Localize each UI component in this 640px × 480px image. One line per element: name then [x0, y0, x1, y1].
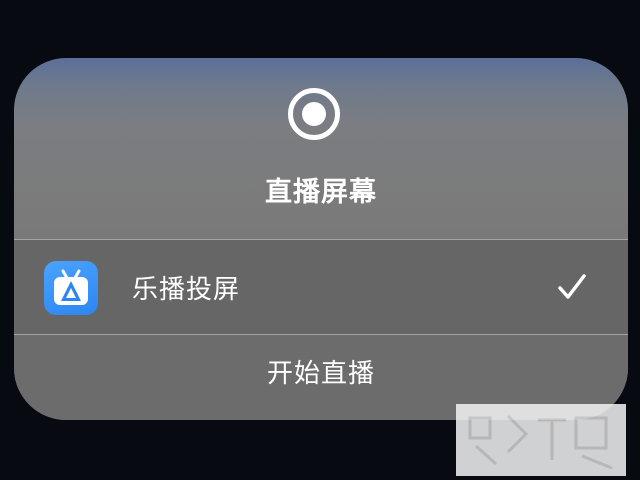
watermark-logo [456, 404, 626, 476]
lebo-app-icon [44, 261, 98, 315]
checkmark-icon [558, 274, 586, 299]
app-option-label: 乐播投屏 [132, 275, 241, 305]
record-dot [302, 102, 326, 126]
record-icon [288, 88, 340, 140]
app-option-row[interactable]: 乐播投屏 [14, 240, 628, 334]
broadcast-dialog: 直播屏幕 乐播投屏 开始直播 [14, 58, 628, 420]
dialog-title: 直播屏幕 [265, 177, 377, 208]
dialog-header: 直播屏幕 [14, 58, 628, 239]
screen: 直播屏幕 乐播投屏 开始直播 [0, 0, 640, 480]
